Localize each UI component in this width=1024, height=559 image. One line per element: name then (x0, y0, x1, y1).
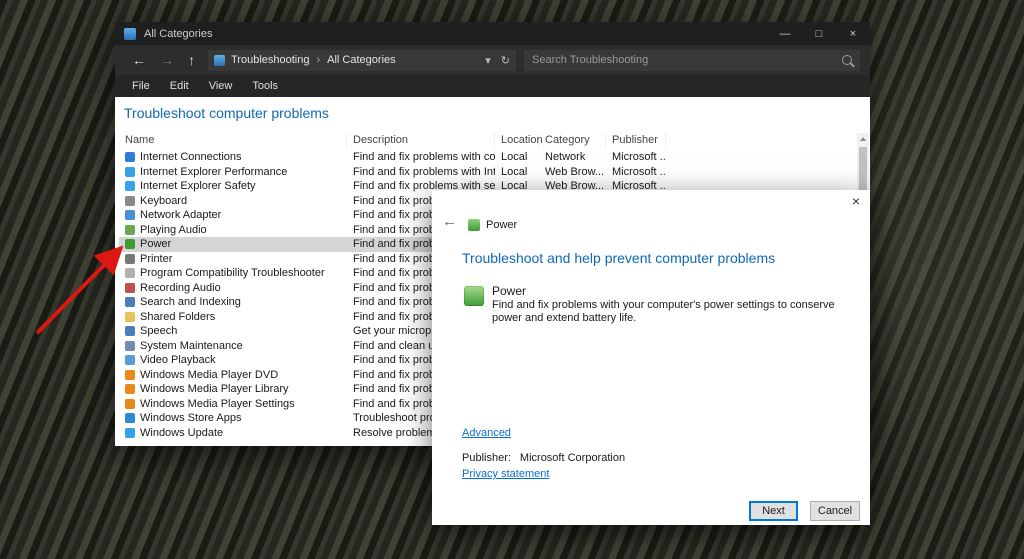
breadcrumb-separator: › (316, 54, 321, 66)
item-name: Video Playback (140, 354, 216, 366)
column-header-category[interactable]: Category (539, 133, 606, 148)
window-controls: — □ × (768, 22, 870, 45)
privacy-statement-link[interactable]: Privacy statement (462, 468, 549, 480)
item-name: Internet Explorer Safety (140, 180, 256, 192)
item-name: Network Adapter (140, 209, 222, 221)
annotation-arrow (35, 245, 124, 335)
item-name: Playing Audio (140, 223, 207, 236)
network-adapter-icon (125, 210, 135, 221)
item-name: Keyboard (140, 194, 188, 207)
media-player-icon (125, 398, 135, 409)
dialog-title: Power (486, 219, 518, 231)
minimize-button[interactable]: — (768, 22, 802, 45)
internet-explorer-icon (125, 166, 135, 177)
publisher-label: Publisher: (462, 452, 511, 464)
item-name: Recording Audio (140, 281, 221, 294)
internet-explorer-icon (125, 181, 135, 192)
item-name: Program Compatibility Troubleshooter (140, 267, 325, 279)
menu-view[interactable]: View (199, 80, 243, 92)
menu-edit[interactable]: Edit (160, 80, 199, 92)
app-icon (124, 27, 136, 40)
window-title: All Categories (144, 27, 213, 40)
list-item[interactable]: Internet Explorer Performance Find and fi… (119, 165, 856, 180)
refresh-icon[interactable]: ↻ (501, 54, 510, 67)
item-category: Network (545, 151, 586, 163)
breadcrumb-current[interactable]: All Categories (327, 54, 395, 66)
column-header-description[interactable]: Description (347, 133, 495, 148)
menu-tools[interactable]: Tools (242, 80, 288, 92)
publisher-value: Microsoft Corporation (519, 452, 626, 464)
video-icon (125, 355, 135, 366)
item-location: Local (501, 165, 528, 178)
item-name: Speech (140, 325, 178, 337)
title-bar[interactable]: All Categories — □ × (115, 22, 870, 45)
troubleshooter-description: Find and fix problems with your computer… (492, 299, 835, 324)
store-icon (125, 413, 135, 424)
item-publisher: Microsoft ... (612, 151, 666, 163)
maximize-button[interactable]: □ (802, 22, 836, 45)
menu-bar: File Edit View Tools (115, 75, 870, 97)
advanced-link[interactable]: Advanced (462, 427, 511, 439)
column-header-location[interactable]: Location (495, 133, 543, 148)
forward-icon[interactable]: → (153, 52, 181, 68)
up-icon[interactable]: ↑ (181, 52, 202, 68)
troubleshooter-name: Power (492, 284, 527, 298)
item-name: Internet Explorer Performance (140, 165, 288, 178)
menu-file[interactable]: File (122, 80, 160, 92)
item-name: Windows Media Player Settings (140, 397, 295, 410)
item-name: Windows Update (140, 426, 224, 439)
item-name: Search and Indexing (140, 296, 241, 308)
page-title: Troubleshoot computer problems (124, 105, 329, 121)
update-icon (125, 427, 135, 438)
item-name: Windows Media Player Library (140, 383, 289, 395)
media-player-icon (125, 369, 135, 380)
item-name: Internet Connections (140, 151, 242, 163)
keyboard-icon (125, 195, 135, 206)
scrollbar-up-icon[interactable] (857, 133, 869, 145)
item-location: Local (501, 151, 528, 163)
close-button[interactable]: × (836, 22, 870, 45)
column-header-name[interactable]: Name (119, 133, 347, 148)
item-category: Web Brow... (545, 165, 603, 178)
back-icon[interactable]: ← (125, 52, 153, 68)
media-player-icon (125, 384, 135, 395)
search-icon[interactable] (842, 55, 852, 65)
item-name: Printer (140, 252, 173, 265)
item-name: Windows Media Player DVD (140, 368, 279, 381)
column-header-publisher[interactable]: Publisher (606, 133, 666, 148)
search-placeholder: Search Troubleshooting (532, 54, 649, 66)
cancel-button[interactable]: Cancel (810, 501, 860, 521)
search-input[interactable]: Search Troubleshooting (524, 49, 860, 71)
item-name: Windows Store Apps (140, 412, 242, 424)
item-description: Find and fix problems with Intern... (353, 165, 495, 178)
globe-icon (125, 152, 135, 163)
column-headers: Name Description Location Category Publi… (119, 133, 856, 149)
item-name: Shared Folders (140, 310, 216, 323)
next-button[interactable]: Next (749, 501, 798, 521)
breadcrumb-root[interactable]: Troubleshooting (231, 54, 309, 66)
item-description: Find and fix problems with conne... (353, 151, 495, 163)
power-troubleshooter-dialog: × ← Power Troubleshoot and help prevent … (432, 190, 870, 525)
dialog-heading: Troubleshoot and help prevent computer p… (462, 250, 776, 266)
publisher-row: Publisher: Microsoft Corporation (462, 452, 625, 464)
power-troubleshooter-icon (464, 286, 484, 306)
back-icon[interactable]: ← (442, 213, 457, 230)
navigation-toolbar: ← → ↑ Troubleshooting › All Categories ▾… (115, 45, 870, 75)
speaker-icon (125, 224, 135, 235)
chevron-down-icon[interactable]: ▾ (485, 54, 491, 67)
location-icon (214, 54, 225, 66)
list-item[interactable]: Internet Connections Find and fix problem… (119, 150, 856, 165)
item-name: Power (140, 238, 172, 250)
item-name: System Maintenance (140, 339, 243, 352)
power-icon (468, 219, 480, 231)
item-publisher: Microsoft ... (612, 165, 666, 178)
address-bar[interactable]: Troubleshooting › All Categories ▾ ↻ (208, 49, 516, 71)
close-icon[interactable]: × (852, 193, 860, 209)
